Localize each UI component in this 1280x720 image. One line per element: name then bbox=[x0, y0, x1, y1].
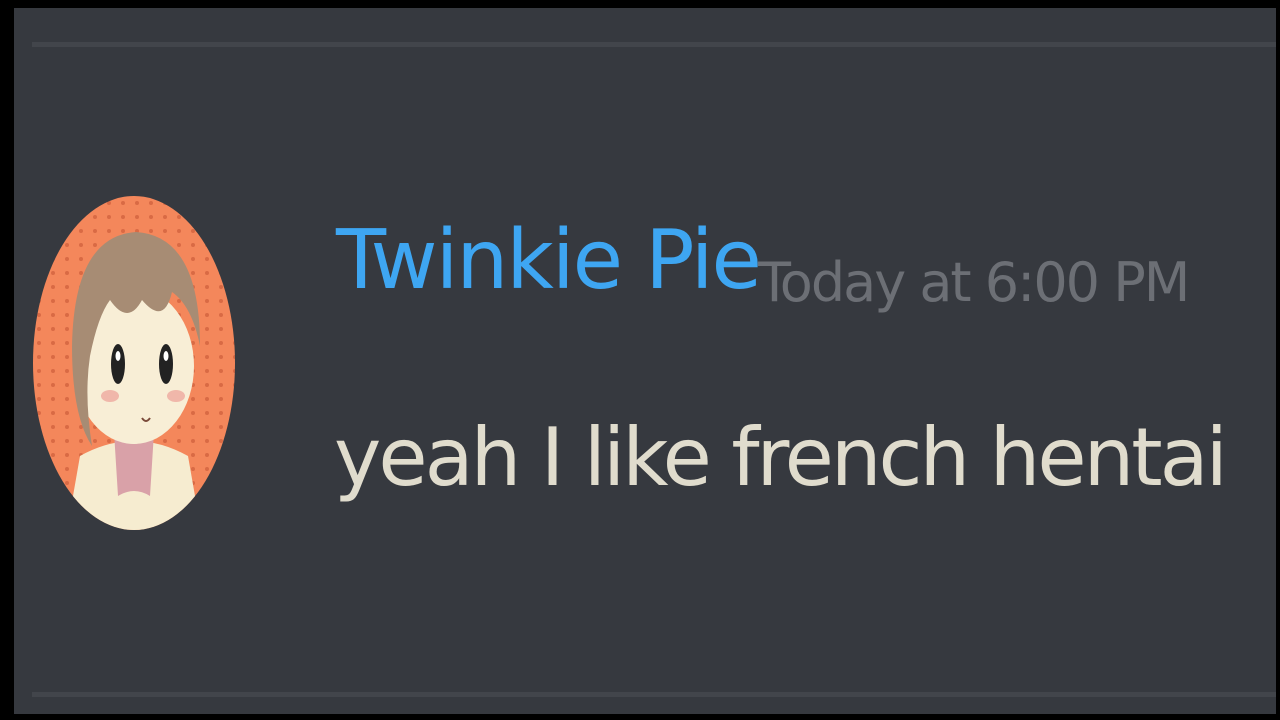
chat-message[interactable]: Twinkie Pie Today at 6:00 PM yeah I like… bbox=[14, 8, 1276, 714]
bottom-divider bbox=[32, 692, 1276, 697]
screen: Twinkie Pie Today at 6:00 PM yeah I like… bbox=[0, 0, 1280, 720]
chat-panel: Twinkie Pie Today at 6:00 PM yeah I like… bbox=[14, 8, 1276, 714]
author-username[interactable]: Twinkie Pie bbox=[336, 220, 762, 302]
avatar-image bbox=[33, 196, 235, 530]
user-avatar[interactable] bbox=[32, 196, 236, 530]
message-content: yeah I like french hentai bbox=[334, 411, 1228, 504]
message-timestamp: Today at 6:00 PM bbox=[758, 251, 1190, 314]
